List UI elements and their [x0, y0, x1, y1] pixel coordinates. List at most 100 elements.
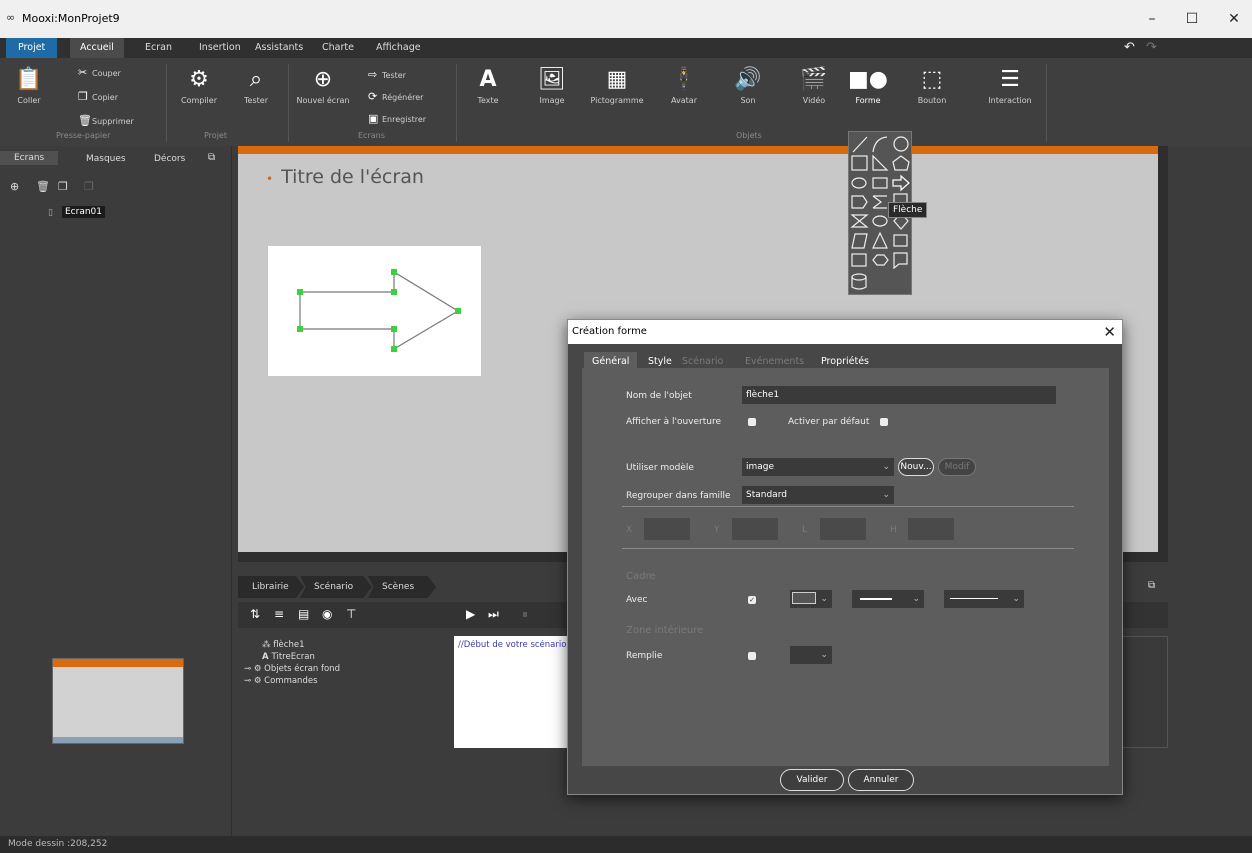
- group-objects-label: Objets: [736, 131, 762, 140]
- save-button[interactable]: ▣ Enregistrer: [368, 112, 426, 125]
- pictogram-object-button[interactable]: ▦ Pictogramme: [586, 64, 648, 105]
- detach-panel-icon[interactable]: ⧉: [208, 152, 215, 163]
- new-screen-button[interactable]: ⊕ Nouvel écran: [296, 64, 350, 105]
- tab-projet[interactable]: Projet: [6, 38, 58, 58]
- sort-list-icon[interactable]: ≡: [274, 607, 284, 621]
- avatar-object-button[interactable]: 🕴 Avatar: [666, 64, 702, 105]
- tab-assistants[interactable]: Assistants: [255, 38, 303, 58]
- show-on-open-checkbox[interactable]: [748, 418, 756, 426]
- family-select-value: Standard: [746, 490, 787, 500]
- crumb-scenario[interactable]: Scénario: [300, 576, 372, 598]
- hourglass-shape-icon: [850, 214, 869, 228]
- screen-title[interactable]: • Titre de l'écran: [266, 166, 424, 188]
- modify-model-button[interactable]: Modif: [938, 458, 976, 476]
- tab-evenements[interactable]: Evénements: [745, 356, 804, 367]
- scenario-editor[interactable]: //Début de votre scénario: [454, 636, 568, 748]
- image-object-button[interactable]: 🖼 Image: [534, 64, 570, 105]
- frame-style-select[interactable]: ⌄: [944, 590, 1024, 608]
- text-object-button[interactable]: A Texte: [470, 64, 506, 105]
- sort-layer-icon[interactable]: ▤: [298, 607, 309, 621]
- scenario-text: //Début de votre scénario: [458, 640, 566, 650]
- test-screen-button[interactable]: ⇨ Tester: [368, 68, 406, 81]
- video-object-button[interactable]: 🎬 Vidéo: [796, 64, 832, 105]
- screen-list-item[interactable]: Ecran01: [62, 206, 106, 218]
- inner-section-title: Zone intérieure: [626, 625, 704, 636]
- text-object-label: Texte: [477, 96, 499, 105]
- copy-button[interactable]: ❐ Copier: [78, 90, 118, 103]
- tree-item[interactable]: ⁂ flèche1: [262, 640, 305, 650]
- x-input[interactable]: [644, 518, 690, 540]
- pause-icon[interactable]: ⏸: [522, 607, 528, 622]
- compile-button[interactable]: ⚙ Compiler: [176, 64, 222, 105]
- undo-icon[interactable]: ↶: [1124, 40, 1135, 55]
- screen-thumbnail[interactable]: [52, 658, 184, 744]
- tab-ecrans[interactable]: Ecrans: [0, 151, 59, 165]
- name-input[interactable]: flèche1: [742, 386, 1056, 404]
- delete-button[interactable]: 🗑Supprimer: [78, 114, 134, 127]
- shape-object-button[interactable]: ■● Forme: [848, 64, 888, 105]
- new-model-button[interactable]: Nouv...: [898, 458, 934, 476]
- duplicate-screen-icon[interactable]: ❐: [58, 180, 68, 193]
- delete-screen-icon[interactable]: 🗑: [36, 180, 50, 193]
- parallelogram-shape-icon: [851, 233, 868, 249]
- tab-style[interactable]: Style: [648, 356, 672, 367]
- image-object-label: Image: [539, 96, 565, 105]
- left-panel: Ecrans Masques Décors ⧉ ⊕ 🗑 ❐ ❐ ▯ Ecran0…: [0, 146, 232, 836]
- tab-charte[interactable]: Charte: [322, 38, 354, 58]
- add-screen-icon[interactable]: ⊕: [10, 180, 19, 193]
- canvas-vertical-scrollbar[interactable]: [1158, 146, 1168, 562]
- button-object-button[interactable]: ⬚ Bouton: [912, 64, 952, 105]
- paste-button[interactable]: 📋 Coller: [12, 64, 46, 105]
- tree-item[interactable]: ⊸ ⚙ Objets écran fond: [244, 664, 340, 674]
- model-select[interactable]: image ⌄: [742, 458, 894, 476]
- properties-area: [1122, 636, 1168, 748]
- cut-button[interactable]: ✂ Couper: [78, 66, 121, 79]
- tab-proprietes[interactable]: Propriétés: [821, 356, 869, 367]
- tab-insertion[interactable]: Insertion: [199, 38, 241, 58]
- frame-thickness-select[interactable]: ⌄: [852, 590, 924, 608]
- tab-ecran[interactable]: Ecran: [145, 38, 172, 58]
- arrow-shape-object[interactable]: [268, 246, 481, 376]
- detach-lower-icon[interactable]: ⧉: [1148, 580, 1155, 591]
- dialog-body: Nom de l'objet flèche1 Afficher à l'ouve…: [582, 368, 1109, 766]
- interaction-object-button[interactable]: ☰ Interaction: [982, 64, 1038, 105]
- frame-with-checkbox[interactable]: ✓: [748, 596, 756, 604]
- sound-object-button[interactable]: 🔊 Son: [730, 64, 766, 105]
- l-input[interactable]: [820, 518, 866, 540]
- crumb-scenes[interactable]: Scènes: [368, 576, 436, 598]
- h-input[interactable]: [908, 518, 954, 540]
- tab-scenario[interactable]: Scénario: [682, 356, 723, 367]
- crumb-librairie[interactable]: Librairie: [238, 576, 304, 598]
- sort-az-icon[interactable]: ⇅: [250, 607, 260, 621]
- family-select[interactable]: Standard ⌄: [742, 486, 894, 504]
- fill-color-select[interactable]: ⌄: [790, 646, 832, 664]
- tab-accueil[interactable]: Accueil: [70, 38, 124, 58]
- validate-button[interactable]: Valider: [780, 769, 844, 791]
- test-project-button[interactable]: ⌕ Tester: [236, 64, 276, 105]
- chevron-down-icon: ⌄: [820, 594, 828, 604]
- cancel-button[interactable]: Annuler: [848, 769, 914, 791]
- redo-icon[interactable]: ↷: [1146, 40, 1157, 55]
- step-icon[interactable]: ⏭: [488, 607, 499, 622]
- ribbon: 📋 Coller ✂ Couper ❐ Copier 🗑Supprimer Pres…: [0, 58, 1252, 146]
- eye-icon[interactable]: ◉: [322, 607, 332, 621]
- frame-color-select[interactable]: ⌄: [790, 590, 832, 608]
- chevron-down-icon: ⌄: [912, 594, 920, 604]
- dialog-close-icon[interactable]: ✕: [1103, 320, 1116, 344]
- close-button[interactable]: ✕: [1222, 8, 1246, 30]
- regenerate-button[interactable]: ⟳ Régénérer: [368, 90, 423, 103]
- minimize-button[interactable]: –: [1140, 8, 1164, 30]
- play-icon[interactable]: ▶: [466, 607, 475, 621]
- maximize-button[interactable]: ☐: [1180, 8, 1204, 30]
- activate-default-checkbox[interactable]: [880, 418, 888, 426]
- hexagon-shape-icon: [872, 254, 889, 266]
- tab-affichage[interactable]: Affichage: [376, 38, 421, 58]
- tab-masques[interactable]: Masques: [86, 154, 126, 164]
- inner-fill-checkbox[interactable]: [748, 652, 756, 660]
- paste-screen-icon[interactable]: ❐: [84, 180, 94, 193]
- tab-decors[interactable]: Décors: [154, 154, 185, 164]
- y-input[interactable]: [732, 518, 778, 540]
- tree-item[interactable]: ⊸ ⚙ Commandes: [244, 676, 318, 686]
- pin-icon[interactable]: ⊤: [346, 607, 356, 621]
- tree-item[interactable]: A TitreEcran: [262, 652, 315, 662]
